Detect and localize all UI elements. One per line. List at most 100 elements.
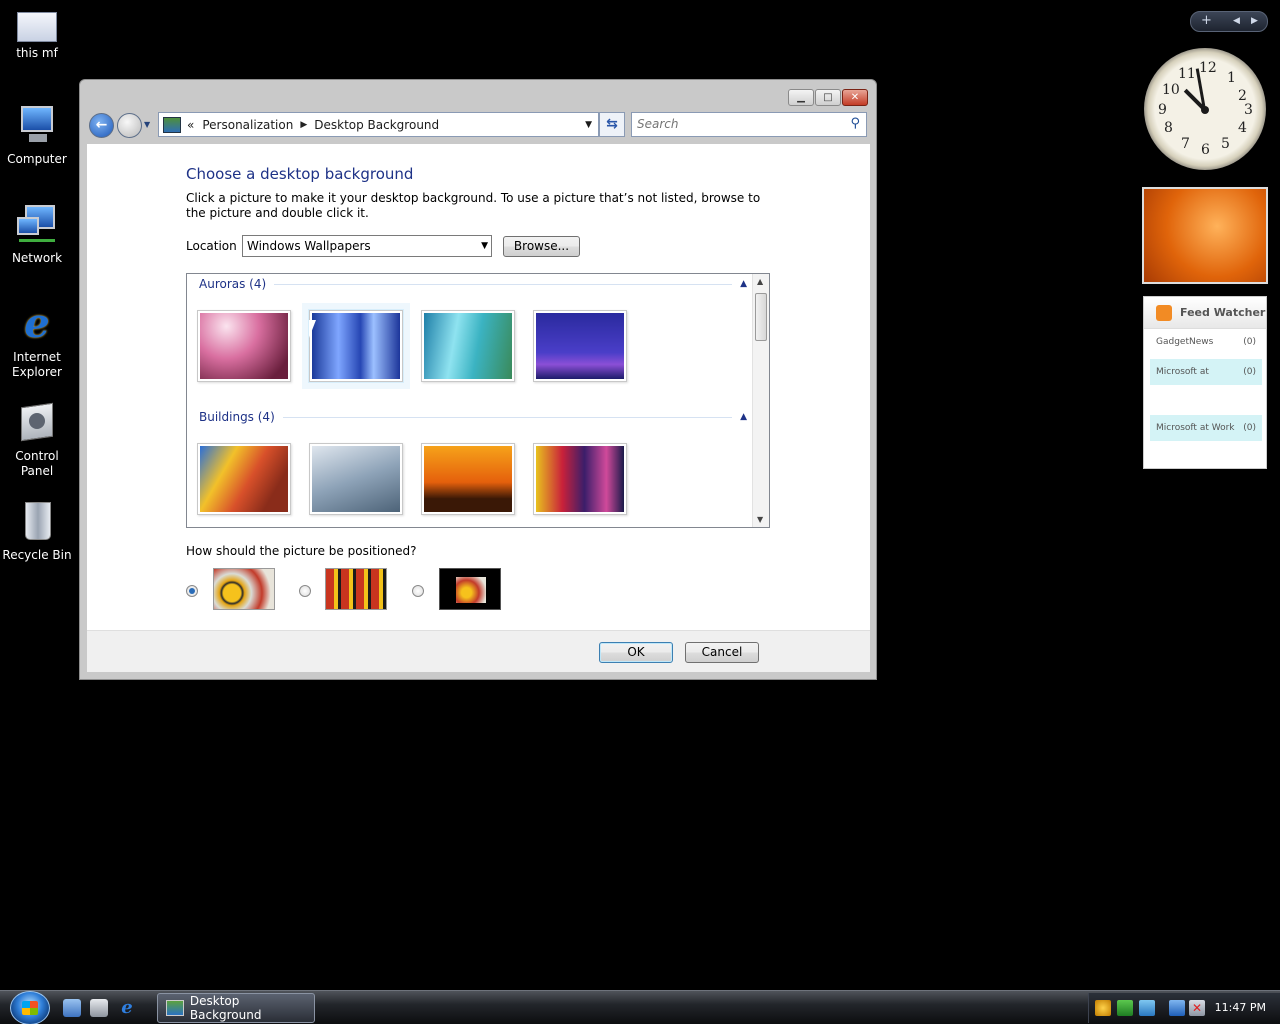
feed-item[interactable]: Microsoft at (0) [1150,359,1262,385]
desktop-icon-network[interactable]: Network [2,203,72,266]
group-header-auroras[interactable]: Auroras (4) ▲ [199,277,747,291]
clock-number: 3 [1244,102,1253,118]
radio-tile[interactable] [299,585,311,597]
desktop-icon-label: Internet Explorer [12,350,62,379]
breadcrumb-overflow[interactable]: « [187,118,194,132]
search-icon[interactable]: ⚲ [850,116,860,131]
next-page-icon[interactable]: ▶ [1251,16,1258,26]
desktop-icon-this-mf[interactable]: this mf [2,10,72,61]
refresh-button[interactable]: ⇆ [599,112,625,137]
ok-button[interactable]: OK [599,642,673,663]
security-alert-icon[interactable] [1095,1000,1111,1016]
thumbnail-aurora-purple[interactable] [533,310,627,382]
slideshow-gadget[interactable] [1142,187,1268,284]
desktop-icon-label: Computer [7,152,67,166]
previous-page-icon[interactable]: ◀ [1233,16,1240,26]
group-divider [274,283,733,285]
start-button[interactable] [10,991,50,1024]
recent-pages-dropdown[interactable]: ▼ [144,120,150,129]
feed-item-count: (0) [1243,367,1256,377]
address-dropdown-icon[interactable]: ▼ [585,120,592,130]
chevron-down-icon: ▼ [481,241,488,251]
caption-buttons: ▁ □ ✕ [788,89,868,106]
location-select[interactable]: Windows Wallpapers ▼ [242,235,492,257]
quick-launch-switch-user-icon[interactable] [63,999,81,1017]
thumbnail-aurora-teal[interactable] [421,310,515,382]
position-fit-image[interactable] [213,568,275,610]
network-check-icon[interactable] [1117,1000,1133,1016]
feed-item-name: Microsoft at [1156,367,1209,377]
clock-number: 8 [1164,120,1173,136]
rss-icon [1156,304,1172,321]
feed-watcher-gadget[interactable]: Feed Watcher GadgetNews (0) Microsoft at… [1143,296,1267,469]
clock-number: 4 [1238,120,1247,136]
navigation-bar: ← ▼ « Personalization ▶ Desktop Backgrou… [86,111,870,141]
show-desktop-icon[interactable] [90,999,108,1017]
wallpaper-image [312,446,400,512]
taskbar-button-desktop-background[interactable]: Desktop Background [157,993,315,1023]
radio-fit-to-screen[interactable] [186,585,198,597]
scroll-down-icon[interactable]: ▼ [757,515,763,524]
search-input[interactable] [632,113,832,135]
network-status-icon[interactable] [1139,1000,1155,1016]
feed-item[interactable]: GadgetNews (0) [1150,337,1262,347]
internet-explorer-icon[interactable]: e [118,999,136,1017]
feed-item[interactable]: Microsoft at Work (0) [1150,415,1262,441]
scroll-up-icon[interactable]: ▲ [757,277,763,286]
scrollbar-thumb[interactable] [755,293,767,341]
browse-button[interactable]: Browse... [503,236,580,257]
control-panel-icon [163,116,181,133]
clock-gadget[interactable]: 12 1 2 3 4 5 6 7 8 9 10 11 [1144,48,1266,170]
location-value: Windows Wallpapers [247,239,371,253]
group-header-buildings[interactable]: Buildings (4) ▲ [199,410,747,424]
clock-number: 10 [1162,82,1180,98]
dialog-footer: OK Cancel [87,630,870,672]
desktop-icon-computer[interactable]: Computer [2,104,72,167]
breadcrumb-personalization[interactable]: Personalization [202,118,293,132]
collapse-icon[interactable]: ▲ [740,279,747,289]
feed-title: Feed Watcher [1180,306,1266,319]
thumbnail-glass-building[interactable] [197,443,291,515]
taskbar: e Desktop Background ✕ 11:47 PM [0,990,1280,1024]
address-bar[interactable]: « Personalization ▶ Desktop Background ▼ [158,112,599,137]
position-tile-image[interactable] [325,568,387,610]
wallpaper-image [424,313,512,379]
thumbnail-aurora-blue[interactable] [308,309,404,383]
minimize-button[interactable]: ▁ [788,89,814,106]
notification-area: ✕ 11:47 PM [1088,993,1280,1023]
breadcrumb-separator-icon[interactable]: ▶ [300,120,307,130]
internet-explorer-icon: e [24,300,50,347]
sidebar-controls: + ◀ ▶ [1190,11,1268,32]
radio-center[interactable] [412,585,424,597]
feed-item-name: GadgetNews [1156,337,1214,347]
desktop-icon-internet-explorer[interactable]: e Internet Explorer [2,302,72,380]
volume-muted-icon[interactable]: ✕ [1189,1000,1205,1016]
back-arrow-icon: ← [95,117,108,133]
close-button[interactable]: ✕ [842,89,868,106]
thumbnail-glass-panes[interactable] [309,443,403,515]
forward-button[interactable] [117,113,142,138]
desktop-icon-label: Recycle Bin [2,548,72,562]
maximize-button[interactable]: □ [815,89,841,106]
clock-center [1201,106,1209,114]
breadcrumb-desktop-background[interactable]: Desktop Background [314,118,439,132]
gallery-scrollbar[interactable]: ▲ ▼ [752,274,769,527]
system-clock[interactable]: 11:47 PM [1215,1001,1266,1014]
wallpaper-gallery[interactable]: Auroras (4) ▲ Buildings (4) ▲ ▲ ▼ [186,273,770,528]
desktop-icon-label: this mf [16,46,58,60]
clock-number: 1 [1227,70,1236,86]
network-connection-icon[interactable] [1169,1000,1185,1016]
desktop-icon-control-panel[interactable]: Control Panel [2,401,72,479]
thumbnail-city-night[interactable] [533,443,627,515]
content-area: Choose a desktop background Click a pict… [87,144,870,672]
control-panel-icon [166,1000,184,1016]
thumbnail-taj-mahal[interactable] [421,443,515,515]
position-center-image[interactable] [439,568,501,610]
desktop-icon-recycle-bin[interactable]: Recycle Bin [2,500,72,563]
computer-icon [15,104,59,148]
thumbnail-aurora-pink[interactable] [197,310,291,382]
back-button[interactable]: ← [89,113,114,138]
collapse-icon[interactable]: ▲ [740,412,747,422]
add-gadget-icon[interactable]: + [1201,13,1212,28]
cancel-button[interactable]: Cancel [685,642,759,663]
